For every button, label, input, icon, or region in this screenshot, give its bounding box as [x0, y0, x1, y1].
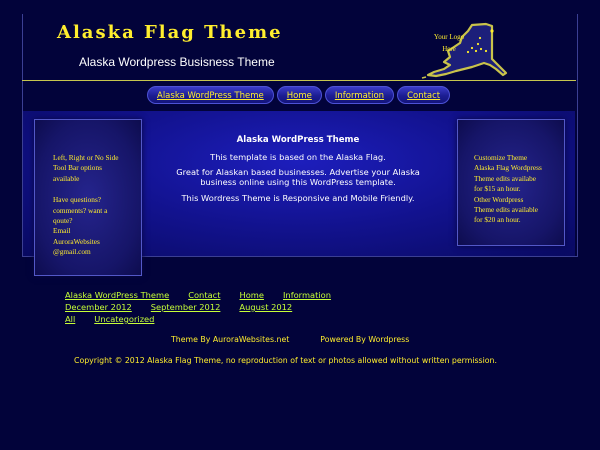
sidebar-right-line: for $15 an hour.: [474, 184, 521, 194]
left-sidebar: Left, Right or No Side Tool Bar options …: [34, 119, 142, 276]
footer-archives-row: December 2012 September 2012 August 2012: [65, 301, 331, 313]
main-content: Alaska WordPress Theme This template is …: [158, 135, 438, 210]
logo-placeholder-text: Your Logo Here: [428, 31, 470, 55]
nav-item-home[interactable]: Home: [276, 86, 322, 104]
sidebar-left-line: available: [53, 173, 80, 183]
sidebar-left-line: @gmail.com: [53, 247, 91, 257]
site-title[interactable]: Alaska Flag Theme: [57, 22, 283, 43]
content-paragraph: This template is based on the Alaska Fla…: [210, 151, 386, 162]
theme-by-credit[interactable]: Theme By AuroraWebsites.net: [171, 335, 289, 344]
copyright-notice: Copyright © 2012 Alaska Flag Theme, no r…: [74, 356, 497, 365]
footer-link-archive-august-2012[interactable]: August 2012: [239, 301, 292, 313]
site-logo[interactable]: Your Logo Here: [420, 21, 508, 79]
content-heading: Alaska WordPress Theme: [236, 135, 360, 145]
footer-link-alaska-wordpress-theme[interactable]: Alaska WordPress Theme: [65, 289, 169, 301]
footer-link-information[interactable]: Information: [283, 289, 331, 301]
content-paragraph: Great for Alaskan based businesses. Adve…: [176, 167, 420, 188]
sidebar-left-line: AuroraWebsites: [53, 236, 100, 246]
sidebar-left-line: Left, Right or No Side: [53, 153, 119, 162]
powered-by-credit[interactable]: Powered By Wordpress: [320, 335, 409, 344]
header-divider: [22, 80, 576, 81]
sidebar-left-line: Email: [53, 226, 71, 236]
sidebar-right-line: Customize Theme: [474, 153, 528, 162]
footer-categories-row: All Uncategorized: [65, 313, 331, 325]
footer-link-category-uncategorized[interactable]: Uncategorized: [94, 313, 154, 325]
footer-credits: Theme By AuroraWebsites.net Powered By Wo…: [171, 335, 409, 344]
nav-item-information[interactable]: Information: [324, 86, 395, 104]
sidebar-right-line: Theme edits available: [474, 205, 539, 215]
right-sidebar: Customize Theme Alaska Flag Wordpress Th…: [457, 119, 565, 246]
footer-pages-row: Alaska WordPress Theme Contact Home Info…: [65, 289, 331, 301]
sidebar-right-line: for $20 an hour.: [474, 215, 521, 225]
logo-text-line2: Here: [442, 45, 456, 53]
site-tagline: Alaska Wordpress Busisness Theme: [79, 55, 275, 69]
footer-link-archive-september-2012[interactable]: September 2012: [151, 301, 221, 313]
footer-link-category-all[interactable]: All: [65, 313, 75, 325]
sidebar-right-line: Other Wordpress: [474, 194, 524, 204]
sidebar-left-line: Tool Bar options: [53, 163, 102, 173]
footer-link-archive-december-2012[interactable]: December 2012: [65, 301, 132, 313]
footer-links: Alaska WordPress Theme Contact Home Info…: [65, 289, 331, 325]
nav-item-contact[interactable]: Contact: [397, 86, 451, 104]
content-paragraph: This Wordress Theme is Responsive and Mo…: [181, 192, 415, 203]
sidebar-right-line: Alaska Flag Wordpress: [474, 163, 542, 173]
footer-link-home[interactable]: Home: [239, 289, 264, 301]
logo-text-line1: Your Logo: [433, 33, 465, 41]
sidebar-right-line: Theme edits availabe: [474, 173, 536, 183]
footer-link-contact[interactable]: Contact: [188, 289, 220, 301]
sidebar-left-line: comments? want a: [53, 205, 108, 215]
nav-item-alaska-wordpress-theme[interactable]: Alaska WordPress Theme: [147, 86, 274, 104]
sidebar-left-line: qoute?: [53, 216, 73, 226]
main-nav: Alaska WordPress Theme Home Information …: [147, 86, 451, 104]
sidebar-left-line: Have questions?: [53, 195, 102, 205]
